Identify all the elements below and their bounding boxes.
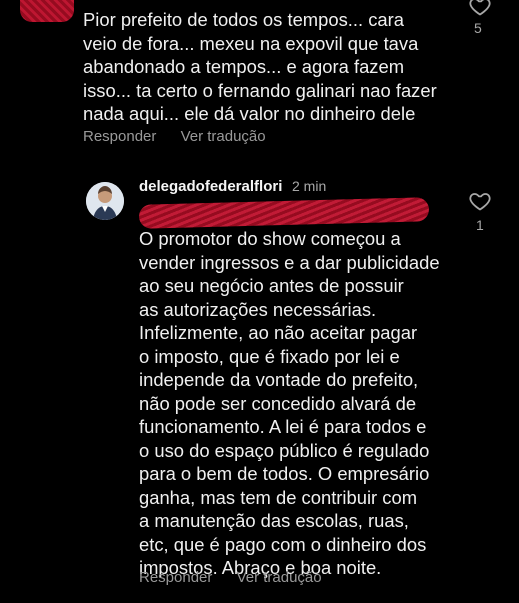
comment-actions: Responder Ver tradução xyxy=(83,128,286,145)
timestamp: 2 min xyxy=(292,178,327,194)
redaction-scribble xyxy=(20,0,74,22)
like-count: 5 xyxy=(474,20,482,36)
username[interactable]: delegadofederalflori xyxy=(139,178,282,195)
see-translation-button[interactable]: Ver tradução xyxy=(181,128,266,145)
redaction-scribble xyxy=(138,197,430,229)
heart-icon[interactable] xyxy=(468,189,492,213)
avatar-image xyxy=(86,182,124,220)
comment-text: Pior prefeito de todos os tempos... cara… xyxy=(83,9,437,124)
heart-icon[interactable] xyxy=(468,0,492,18)
like-count: 1 xyxy=(476,217,484,233)
reply-button[interactable]: Responder xyxy=(83,128,156,145)
see-translation-button[interactable]: Ver tradução xyxy=(237,569,322,586)
comment-item: Pior prefeito de todos os tempos... cara… xyxy=(0,0,519,160)
reply-item: delegadofederalflori 2 min O promotor do… xyxy=(0,170,519,603)
comment-actions: Responder Ver tradução xyxy=(139,569,342,586)
reply-button[interactable]: Responder xyxy=(139,569,212,586)
avatar[interactable] xyxy=(86,182,124,220)
comment-text: O promotor do show começou a vender ingr… xyxy=(139,228,440,578)
